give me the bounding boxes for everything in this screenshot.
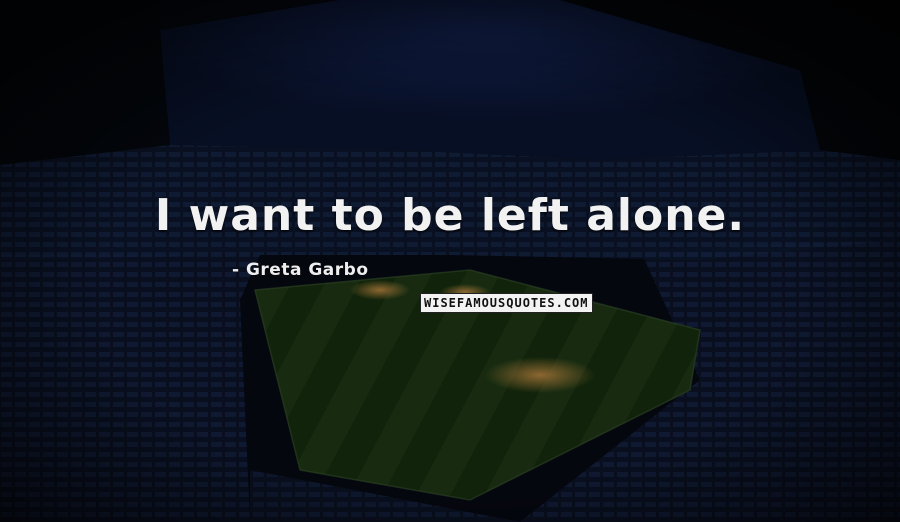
quote-author: - Greta Garbo <box>232 260 369 280</box>
stadium-background <box>0 0 900 522</box>
quote-text: I want to be left alone. <box>154 190 746 241</box>
watermark-label: WISEFAMOUSQUOTES.COM <box>420 293 593 313</box>
quote-card: I want to be left alone. - Greta Garbo W… <box>0 0 900 522</box>
